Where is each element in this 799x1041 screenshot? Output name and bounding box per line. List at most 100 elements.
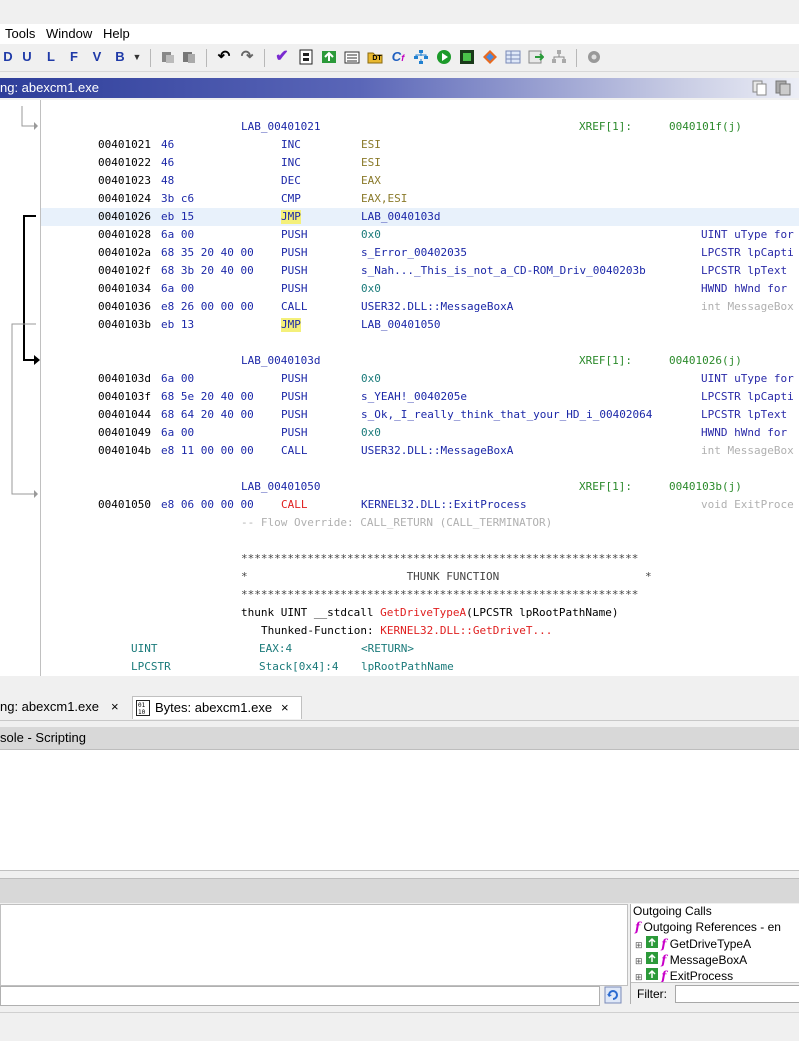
play-icon[interactable] <box>436 49 452 65</box>
row-mnemonic[interactable]: PUSH <box>281 282 308 296</box>
table-icon[interactable] <box>505 49 521 65</box>
outgoing-root[interactable]: f Outgoing References - en <box>635 920 781 934</box>
binary-icon[interactable] <box>298 49 314 65</box>
datatype-icon[interactable]: DT <box>369 51 385 67</box>
row-address[interactable]: 0040102f <box>98 264 151 278</box>
thunk-signature[interactable]: thunk UINT __stdcall GetDriveTypeA(LPCST… <box>241 606 619 620</box>
panel-content[interactable] <box>0 904 628 986</box>
console-output[interactable] <box>0 750 799 871</box>
tab-bytes[interactable]: 01 10 Bytes: abexcm1.exe × <box>132 696 302 719</box>
cut-icon[interactable] <box>160 49 176 65</box>
row-operand[interactable]: ESI <box>361 138 381 152</box>
row-operand[interactable]: EAX,ESI <box>361 192 407 206</box>
row-mnemonic[interactable]: PUSH <box>281 372 308 386</box>
tab-listing[interactable]: ng: abexcm1.exe × <box>0 696 130 718</box>
param-name[interactable]: lpRootPathName <box>361 660 454 674</box>
row-operand-label[interactable]: LAB_00401050 <box>361 318 440 332</box>
tree-icon[interactable] <box>551 49 567 65</box>
row-operand-label[interactable]: USER32.DLL::MessageBoxA <box>361 444 513 458</box>
xref-target[interactable]: 0040101f(j) <box>669 120 742 134</box>
filter-input[interactable] <box>675 985 799 1003</box>
undo-icon[interactable]: ↶ <box>216 49 232 65</box>
row-operand-label[interactable]: LAB_0040103d <box>361 210 440 224</box>
row-mnemonic-jmp[interactable]: JMP <box>281 318 301 332</box>
row-address[interactable]: 00401034 <box>98 282 151 296</box>
row-mnemonic[interactable]: CALL <box>281 300 308 314</box>
row-mnemonic[interactable]: CMP <box>281 192 301 206</box>
listing-icon[interactable] <box>344 49 360 65</box>
xref-target[interactable]: 00401026(j) <box>669 354 742 368</box>
snapshot-icon[interactable] <box>775 80 791 99</box>
row-address[interactable]: 00401022 <box>98 156 151 170</box>
row-address[interactable]: 0040103b <box>98 318 151 332</box>
row-address[interactable]: 00401050 <box>98 498 151 512</box>
row-address[interactable]: 00401024 <box>98 192 151 206</box>
row-operand-label[interactable]: s_Nah..._This_is_not_a_CD-ROM_Driv_00402… <box>361 264 646 278</box>
row-mnemonic-jmp[interactable]: JMP <box>281 210 301 224</box>
row-mnemonic[interactable]: PUSH <box>281 228 308 242</box>
menu-help[interactable]: Help <box>103 26 130 41</box>
row-address[interactable]: 0040103d <box>98 372 151 386</box>
expand-icon[interactable]: ⊞ <box>635 956 643 966</box>
variable-button[interactable]: V <box>89 49 105 65</box>
settings-icon[interactable] <box>586 49 602 65</box>
label-lab-0040103d[interactable]: LAB_0040103d <box>241 354 320 368</box>
row-operand[interactable]: 0x0 <box>361 426 381 440</box>
row-mnemonic[interactable]: PUSH <box>281 408 308 422</box>
row-address[interactable]: 0040102a <box>98 246 151 260</box>
label-lab-00401021[interactable]: LAB_00401021 <box>241 120 320 134</box>
menu-tools[interactable]: Tools <box>5 26 35 41</box>
row-mnemonic[interactable]: PUSH <box>281 426 308 440</box>
row-address[interactable]: 00401023 <box>98 174 151 188</box>
redo-icon[interactable]: ↷ <box>239 49 255 65</box>
outgoing-item[interactable]: ⊞ f GetDriveTypeA <box>635 936 751 951</box>
copy-icon[interactable] <box>752 80 768 99</box>
row-operand[interactable]: 0x0 <box>361 372 381 386</box>
thunk-function-name[interactable]: GetDriveTypeA <box>380 606 466 619</box>
row-mnemonic-call[interactable]: CALL <box>281 498 308 512</box>
close-icon[interactable]: × <box>281 697 289 719</box>
row-operand[interactable]: 0x0 <box>361 282 381 296</box>
memory-map-icon[interactable] <box>459 49 475 65</box>
export-icon[interactable] <box>528 49 545 65</box>
row-operand-label[interactable]: s_Ok,_I_really_think_that_your_HD_i_0040… <box>361 408 652 422</box>
listing-view[interactable]: LAB_00401021 XREF[1]: 0040101f(j) 004010… <box>0 100 799 676</box>
row-operand[interactable]: 0x0 <box>361 228 381 242</box>
bookmark-diamond-icon[interactable] <box>482 49 498 65</box>
menu-window[interactable]: Window <box>46 26 92 41</box>
expand-icon[interactable]: ⊞ <box>635 940 643 950</box>
expand-icon[interactable]: ⊞ <box>635 972 643 982</box>
disassemble-button[interactable]: D <box>0 49 16 65</box>
outgoing-item[interactable]: ⊞ f ExitProcess <box>635 968 733 983</box>
panel-input[interactable] <box>0 986 600 1006</box>
row-address[interactable]: 0040104b <box>98 444 151 458</box>
chevron-down-icon[interactable]: ▼ <box>129 49 145 65</box>
function-button[interactable]: F <box>66 49 82 65</box>
xref-target[interactable]: 0040103b(j) <box>669 480 742 494</box>
close-icon[interactable]: × <box>111 696 119 718</box>
row-mnemonic[interactable]: PUSH <box>281 390 308 404</box>
row-address[interactable]: 00401036 <box>98 300 151 314</box>
checkmark-icon[interactable]: ✔ <box>274 49 290 65</box>
row-operand-label[interactable]: s_Error_00402035 <box>361 246 467 260</box>
row-address[interactable]: 0040103f <box>98 390 151 404</box>
undefine-button[interactable]: U <box>19 49 35 65</box>
byte-button[interactable]: B <box>112 49 128 65</box>
row-operand[interactable]: EAX <box>361 174 381 188</box>
refresh-icon[interactable] <box>321 49 337 65</box>
row-address[interactable]: 00401028 <box>98 228 151 242</box>
row-operand-label[interactable]: KERNEL32.DLL::ExitProcess <box>361 498 527 512</box>
outgoing-item[interactable]: ⊞ f MessageBoxA <box>635 952 747 967</box>
row-mnemonic[interactable]: INC <box>281 138 301 152</box>
param-name[interactable]: <RETURN> <box>361 642 414 656</box>
thunked-function-target[interactable]: KERNEL32.DLL::GetDriveT... <box>380 624 552 637</box>
row-operand[interactable]: ESI <box>361 156 381 170</box>
row-address[interactable]: 00401044 <box>98 408 151 422</box>
row-mnemonic[interactable]: INC <box>281 156 301 170</box>
row-address[interactable]: 00401049 <box>98 426 151 440</box>
label-button[interactable]: L <box>43 49 59 65</box>
refresh-icon[interactable] <box>604 986 622 1007</box>
row-address[interactable]: 00401021 <box>98 138 151 152</box>
row-operand-label[interactable]: s_YEAH!_0040205e <box>361 390 467 404</box>
decompiler-icon[interactable]: Cf <box>390 49 406 65</box>
